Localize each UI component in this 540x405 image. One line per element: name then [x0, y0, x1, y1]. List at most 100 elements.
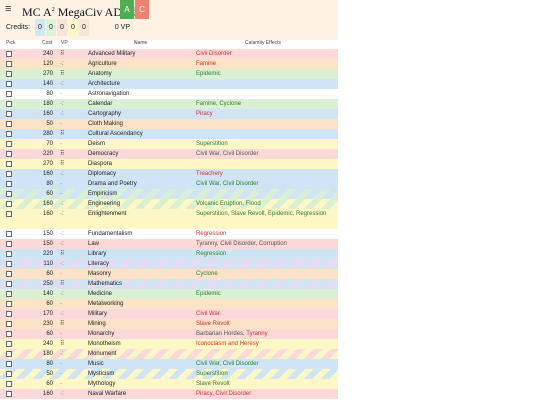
name-cell: Advanced Military [88, 51, 136, 57]
vp-cell: ⠿ [60, 161, 65, 167]
cost-cell: 230 [42, 321, 53, 327]
table-row[interactable]: 270 ⠿ Anatomy Epidemic [0, 69, 338, 79]
table-row[interactable]: 120 ·: Agriculture Famine [0, 59, 338, 69]
pick-checkbox[interactable] [6, 311, 12, 317]
pick-checkbox[interactable] [6, 251, 12, 257]
pick-checkbox[interactable] [6, 261, 12, 267]
pick-checkbox[interactable] [6, 301, 12, 307]
calamity-cell: Regression [196, 229, 334, 239]
pick-checkbox[interactable] [6, 61, 12, 67]
pick-checkbox[interactable] [6, 281, 12, 287]
calamity-cell: Superstition [196, 139, 334, 149]
pick-checkbox[interactable] [6, 71, 12, 77]
menu-icon[interactable]: ≡ [5, 4, 11, 15]
pick-checkbox[interactable] [6, 241, 12, 247]
table-row[interactable]: 110 ·: Literacy [0, 259, 338, 269]
pick-checkbox[interactable] [6, 231, 12, 237]
pick-checkbox[interactable] [6, 291, 12, 297]
pick-checkbox[interactable] [6, 161, 12, 167]
table-row[interactable]: 240 ⠿ Monotheism Iconoclasm and Heresy [0, 339, 338, 349]
pick-checkbox[interactable] [6, 211, 12, 217]
pick-checkbox[interactable] [6, 51, 12, 57]
pick-checkbox[interactable] [6, 131, 12, 137]
pick-checkbox[interactable] [6, 101, 12, 107]
vp-cell: ·: [60, 61, 64, 67]
vp-cell: · [60, 141, 62, 147]
table-row[interactable]: 270 ⠿ Diaspora [0, 159, 338, 169]
table-row[interactable]: 150 ·: Law Tyranny, Civil Disorder, Corrupt… [0, 239, 338, 249]
table-row[interactable]: 160 ·: Diplomacy Treachery [0, 169, 338, 179]
table-row[interactable]: 60 · Empiricism [0, 189, 338, 199]
table-row[interactable]: 80 · Drama and Poetry Civil War, Civil Diso… [0, 179, 338, 189]
vp-cell: ·: [60, 81, 64, 87]
pick-checkbox[interactable] [6, 81, 12, 87]
pick-checkbox[interactable] [6, 321, 12, 327]
table-row[interactable]: 80 · Astronavigation [0, 89, 338, 99]
table-row[interactable]: 220 ⠿ Library Regression [0, 249, 338, 259]
table-row[interactable]: 80 · Music Civil War, Civil Disorder [0, 359, 338, 369]
pick-checkbox[interactable] [6, 181, 12, 187]
table-row[interactable]: 50 · Cloth Making [0, 119, 338, 129]
pick-checkbox[interactable] [6, 361, 12, 367]
table-row[interactable]: 140 ·: Architecture [0, 79, 338, 89]
table-row[interactable]: 160 ·: Cartography Piracy [0, 109, 338, 119]
pick-checkbox[interactable] [6, 351, 12, 357]
cost-cell: 140 [42, 291, 53, 297]
table-row[interactable]: 220 ⠿ Democracy Civil War, Civil Disorder [0, 149, 338, 159]
table-row[interactable]: 60 · Metalworking [0, 299, 338, 309]
table-row[interactable]: 60 · Monarchy Barbarian Hordes, Tyranny [0, 329, 338, 339]
calamity-cell: Volcanic Eruption, Flood [196, 199, 334, 209]
calamity-text: Slave Revolt [196, 381, 230, 387]
vp-cell: ⠿ [60, 341, 65, 347]
pick-checkbox[interactable] [6, 91, 12, 97]
pick-checkbox[interactable] [6, 111, 12, 117]
pick-checkbox[interactable] [6, 391, 12, 397]
pick-checkbox[interactable] [6, 191, 12, 197]
cost-cell: 150 [42, 231, 53, 237]
table-row[interactable]: 240 ⠿ Advanced Military Civil Disorder [0, 49, 338, 59]
cost-cell: 140 [42, 81, 53, 87]
table-row[interactable]: 60 · Mythology Slave Revolt [0, 379, 338, 389]
table-row[interactable]: 180 ·: Calendar Famine, Cyclone [0, 99, 338, 109]
vp-cell: ⠿ [60, 151, 65, 157]
table-row[interactable]: 160 ·: Engineering Volcanic Eruption, Flood [0, 199, 338, 209]
pick-checkbox[interactable] [6, 371, 12, 377]
calamity-cell: Tyranny, Civil Disorder, Corruption [196, 239, 334, 249]
a-button[interactable]: A [120, 0, 134, 19]
table-row[interactable]: 70 · Deism Superstition [0, 139, 338, 149]
pick-checkbox[interactable] [6, 381, 12, 387]
pick-checkbox[interactable] [6, 341, 12, 347]
table-row[interactable]: 60 · Masonry Cyclone [0, 269, 338, 279]
cost-cell: 160 [42, 211, 53, 217]
vp-cell: · [60, 361, 62, 367]
calamity-cell: Famine [196, 59, 334, 69]
pick-checkbox[interactable] [6, 141, 12, 147]
calamity-text: Civil War, Civil Disorder [196, 151, 259, 157]
table-row[interactable]: 180 ·: Monument [0, 349, 338, 359]
c-button[interactable]: C [135, 0, 149, 19]
header: ≡ MC A2 MegaCiv ADVANCEISOR A C Credits:… [0, 0, 338, 40]
pick-checkbox[interactable] [6, 201, 12, 207]
cost-cell: 160 [42, 201, 53, 207]
pick-checkbox[interactable] [6, 331, 12, 337]
pick-checkbox[interactable] [6, 121, 12, 127]
cost-cell: 60 [46, 191, 53, 197]
vp-cell: ·: [60, 241, 64, 247]
col-cost[interactable]: Cost [42, 40, 52, 46]
vp-cell: · [60, 301, 62, 307]
table-row[interactable]: 150 ·: Fundamentalism Regression [0, 229, 338, 239]
table-row[interactable]: 140 ·: Medicine Epidemic [0, 289, 338, 299]
col-vp[interactable]: VP [61, 40, 68, 46]
table-row[interactable]: 280 ⠿ Cultural Ascendancy [0, 129, 338, 139]
table-row[interactable]: 250 ⠿ Mathematics [0, 279, 338, 289]
table-row[interactable]: 160 ·: Naval Warfare Piracy, Civil Disorder [0, 389, 338, 399]
name-cell: Monarchy [88, 331, 115, 337]
table-row[interactable]: 170 ·: Military Civil War [0, 309, 338, 319]
pick-checkbox[interactable] [6, 151, 12, 157]
table-row[interactable]: 50 · Mysticism Superstition [0, 369, 338, 379]
pick-checkbox[interactable] [6, 171, 12, 177]
pick-checkbox[interactable] [6, 271, 12, 277]
vp-cell: ·: [60, 101, 64, 107]
table-row[interactable]: 160 ·: Enlightenment Superstition, Slave Re… [0, 209, 338, 229]
table-row[interactable]: 230 ⠿ Mining Slave Revolt [0, 319, 338, 329]
